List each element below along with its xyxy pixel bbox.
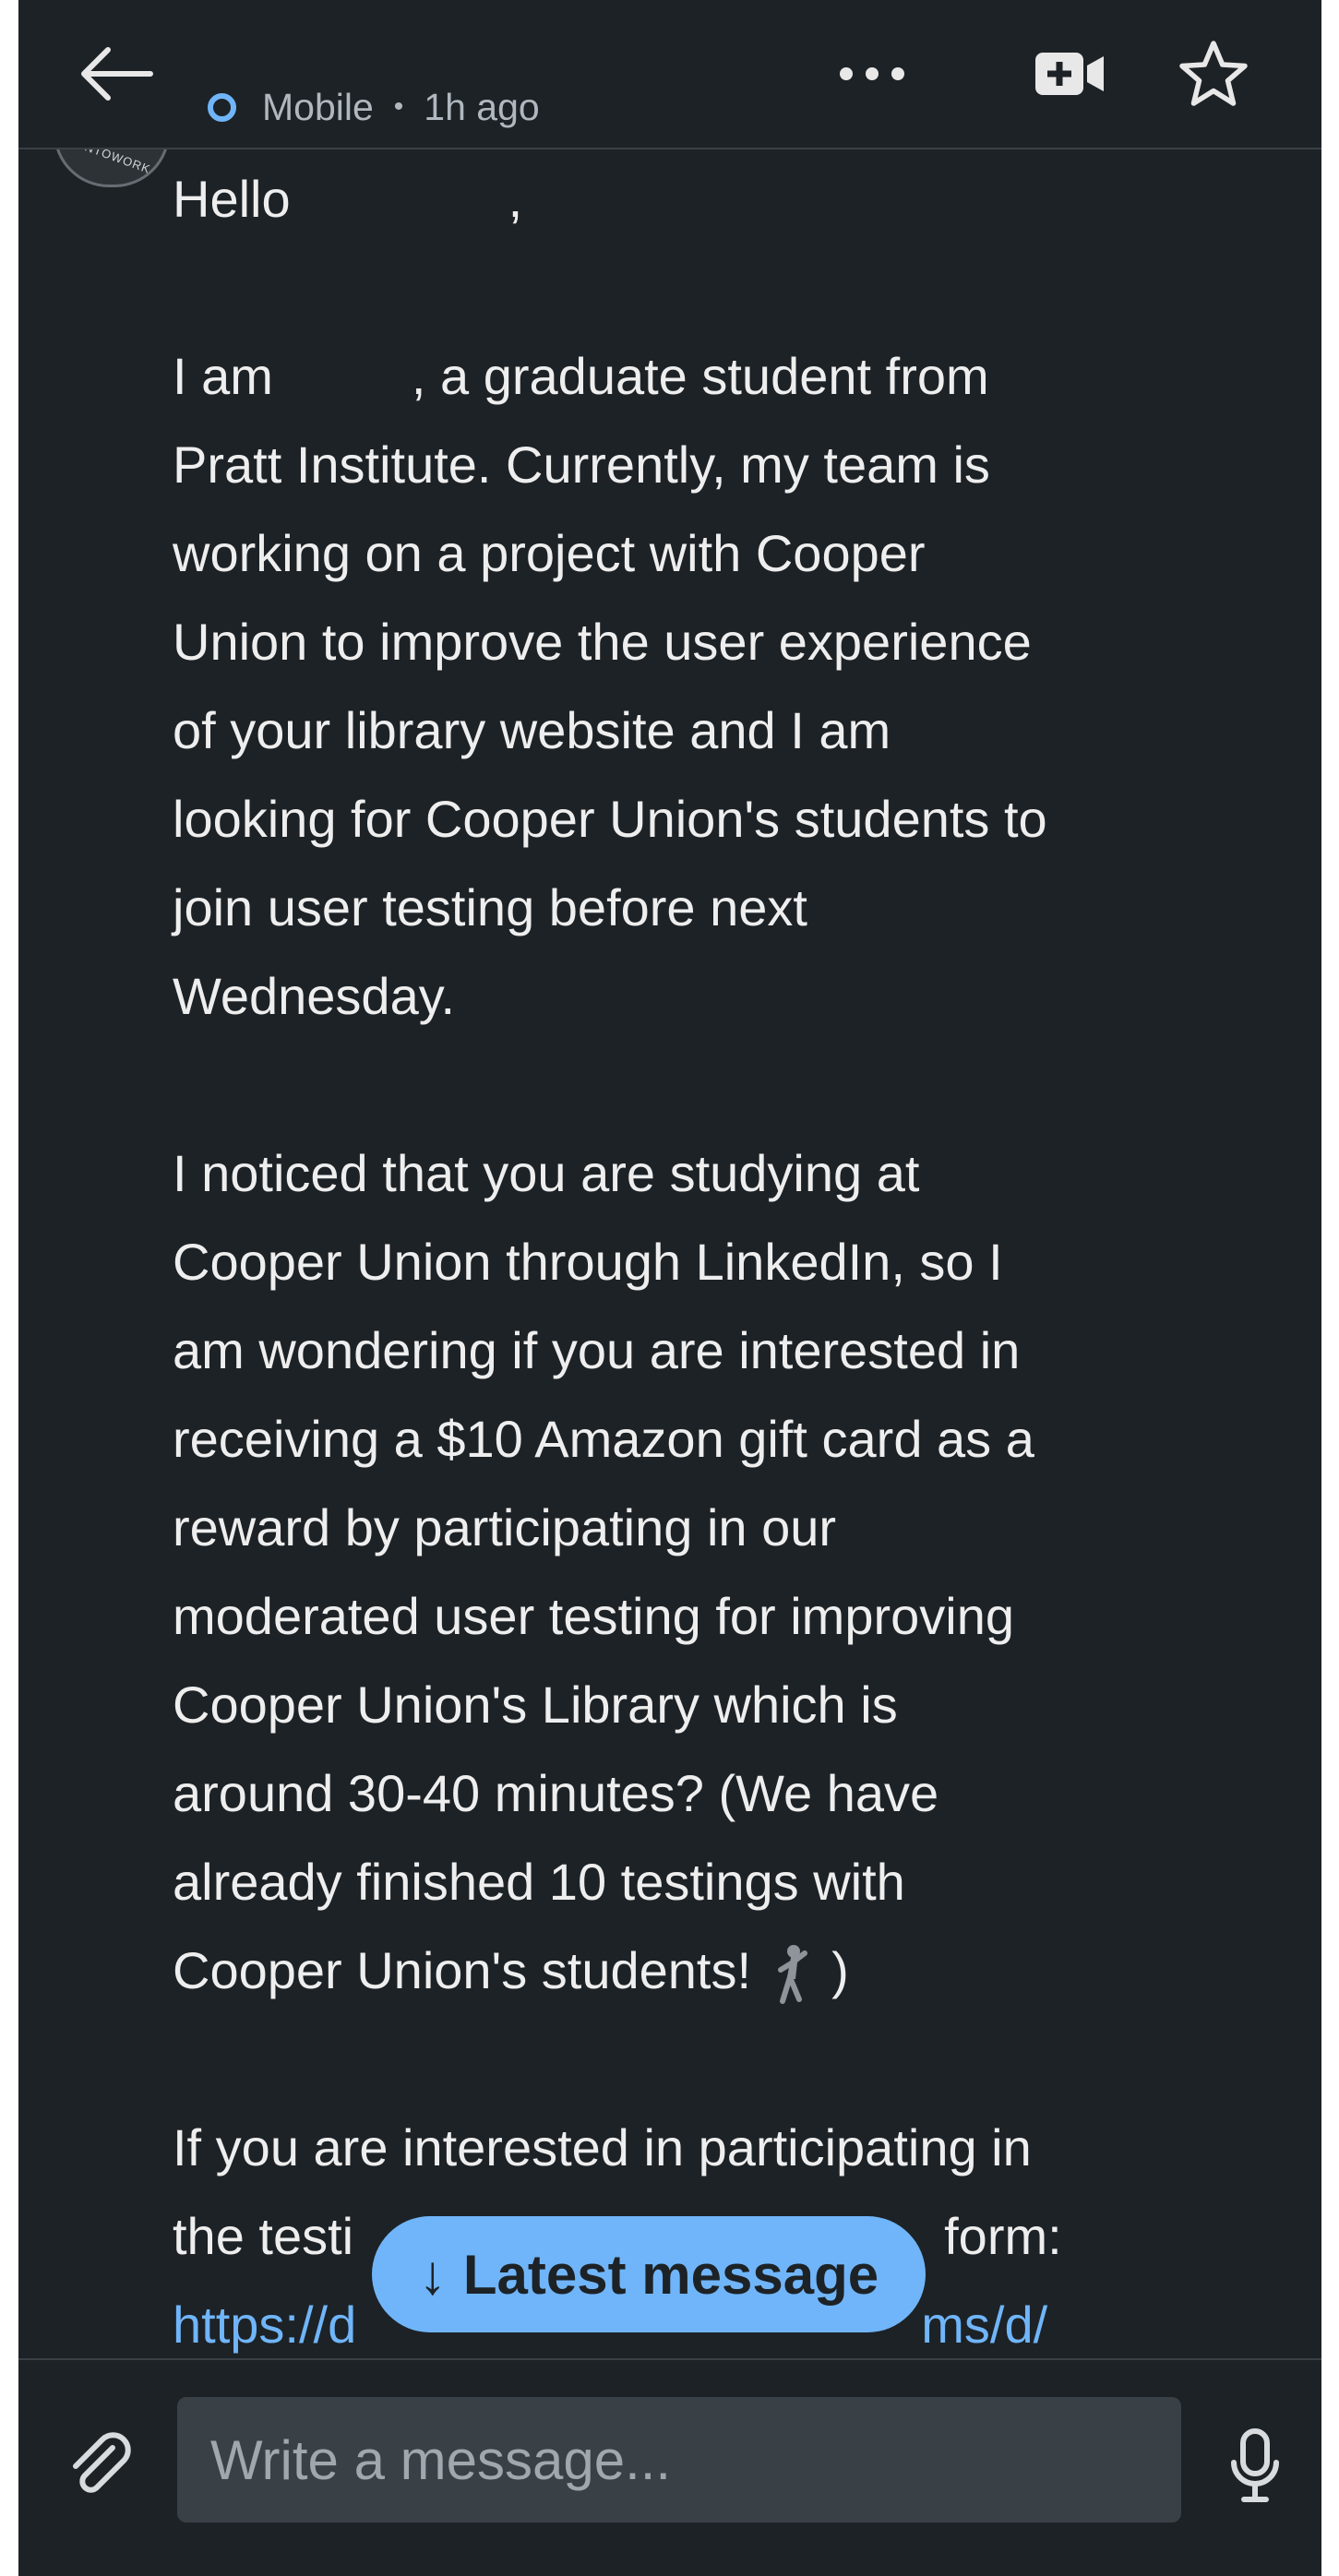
microphone-icon (1231, 2428, 1279, 2502)
messaging-screen: Mobile • 1h ago ENTOWORK Hello , I am , … (18, 0, 1321, 2576)
message-line: am wondering if you are interested in (173, 1321, 1021, 1379)
back-button[interactable] (65, 28, 166, 120)
message-line: reward by participating in our (173, 1498, 837, 1556)
arrow-left-icon (81, 47, 153, 101)
message-line: Pratt Institute. Currently, my team is (173, 435, 990, 494)
message-line: moderated user testing for improving (173, 1587, 1014, 1645)
message-line: of your library website and I am (173, 701, 891, 759)
paperclip-icon (73, 2432, 131, 2493)
greeting-suffix: , (508, 170, 523, 228)
last-active-time: 1h ago (424, 85, 540, 128)
voice-message-button[interactable] (1209, 2406, 1301, 2526)
conversation-header: Mobile • 1h ago (18, 0, 1321, 149)
presence-label: Mobile (262, 85, 374, 128)
intro-rest: , a graduate student from (411, 347, 989, 405)
line-text: Cooper Union's students! (173, 1941, 752, 1999)
message-line: If you are interested in participating i… (173, 2118, 1032, 2176)
star-conversation-button[interactable] (1163, 28, 1264, 120)
message-line: working on a project with Cooper (173, 524, 926, 582)
more-horizontal-icon (840, 67, 904, 80)
message-composer (18, 2358, 1321, 2576)
message-line: Union to improve the user experience (173, 613, 1032, 671)
message-line: Cooper Union's students! ) (173, 1926, 1280, 2015)
presence-status: Mobile • 1h ago (208, 81, 540, 133)
line-start: the testi (173, 2207, 354, 2265)
status-separator: • (393, 91, 404, 122)
latest-message-button[interactable]: ↓ Latest message (372, 2216, 926, 2332)
latest-message-label: Latest message (462, 2243, 879, 2306)
line-end: form: (944, 2207, 1062, 2265)
message-body: Hello, I am , a graduate student from Pra… (173, 155, 1280, 2369)
line-end: ) (831, 1941, 849, 1999)
video-add-icon (1035, 53, 1104, 95)
presence-ring-icon (208, 92, 236, 122)
message-line: around 30-40 minutes? (We have (173, 1764, 939, 1822)
message-line: I noticed that you are studying at (173, 1144, 920, 1202)
message-line: I am , a graduate student from (173, 332, 1280, 421)
person-dancing-emoji-icon (777, 1945, 807, 2005)
greeting-prefix: Hello (173, 170, 291, 228)
message-line: Cooper Union through LinkedIn, so I (173, 1233, 1003, 1291)
more-options-button[interactable] (821, 37, 923, 111)
message-line: Wednesday. (173, 967, 456, 1025)
arrow-down-icon: ↓ (418, 2243, 447, 2306)
message-line: Hello, (173, 155, 1280, 244)
message-line: Cooper Union's Library which is (173, 1676, 898, 1734)
video-call-button[interactable] (1015, 28, 1126, 120)
message-input[interactable] (177, 2397, 1181, 2522)
form-link-end[interactable]: ms/d/ (921, 2296, 1047, 2354)
form-link-start[interactable]: https://d (173, 2296, 356, 2354)
message-line: looking for Cooper Union's students to (173, 790, 1047, 848)
attach-button[interactable] (55, 2406, 148, 2526)
message-line: join user testing before next (173, 878, 807, 936)
message-line: receiving a $10 Amazon gift card as a (173, 1410, 1034, 1468)
star-outline-icon (1179, 41, 1248, 106)
message-line: already finished 10 testings with (173, 1853, 905, 1911)
intro-prefix: I am (173, 347, 273, 405)
